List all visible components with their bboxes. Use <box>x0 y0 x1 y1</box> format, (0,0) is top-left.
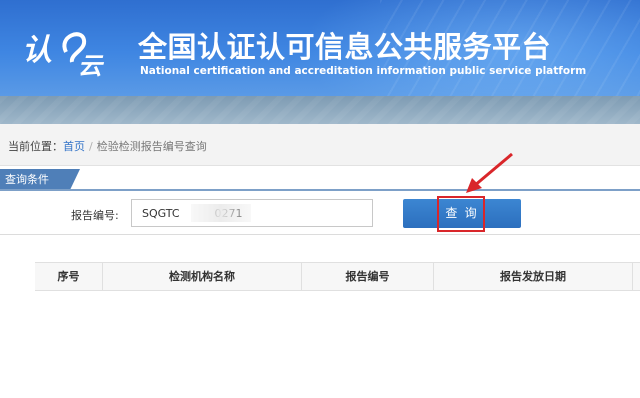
breadcrumb: 当前位置：首页 / 检验检测报告编号查询 <box>0 124 640 166</box>
nav-band <box>0 96 640 124</box>
table-header-row: 序号 检测机构名称 报告编号 报告发放日期 <box>35 262 640 291</box>
column-header-report-no: 报告编号 <box>301 263 433 290</box>
report-number-input[interactable] <box>131 199 373 227</box>
site-header: 认 云 全国认证认可信息公共服务平台 National certificatio… <box>0 0 640 96</box>
report-number-label: 报告编号: <box>71 209 119 222</box>
redacted-mask <box>191 204 251 222</box>
logo-mark-icon: 认 云 <box>22 32 105 80</box>
column-header-index: 序号 <box>57 270 80 283</box>
highlight-box <box>437 196 485 232</box>
svg-text:云: 云 <box>78 52 105 78</box>
breadcrumb-home-link[interactable]: 首页 <box>63 140 85 153</box>
red-arrow-icon <box>466 152 513 193</box>
results-table: 序号 检测机构名称 报告编号 报告发放日期 <box>0 236 640 398</box>
breadcrumb-current: 检验检测报告编号查询 <box>96 140 207 153</box>
site-subtitle: National certification and accreditation… <box>140 65 587 77</box>
svg-text:认: 认 <box>22 33 52 68</box>
query-form: 报告编号: <box>0 191 640 235</box>
site-logo[interactable]: 认 云 <box>22 22 114 80</box>
breadcrumb-prefix: 当前位置： <box>8 140 63 153</box>
column-header-issue-date: 报告发放日期 <box>433 263 633 290</box>
column-header-org-name: 检测机构名称 <box>102 263 301 290</box>
nav-band-pattern <box>0 96 640 124</box>
query-section-tab: 查询条件 <box>0 169 80 190</box>
site-title: 全国认证认可信息公共服务平台 <box>138 30 552 64</box>
breadcrumb-separator: / <box>89 140 93 153</box>
